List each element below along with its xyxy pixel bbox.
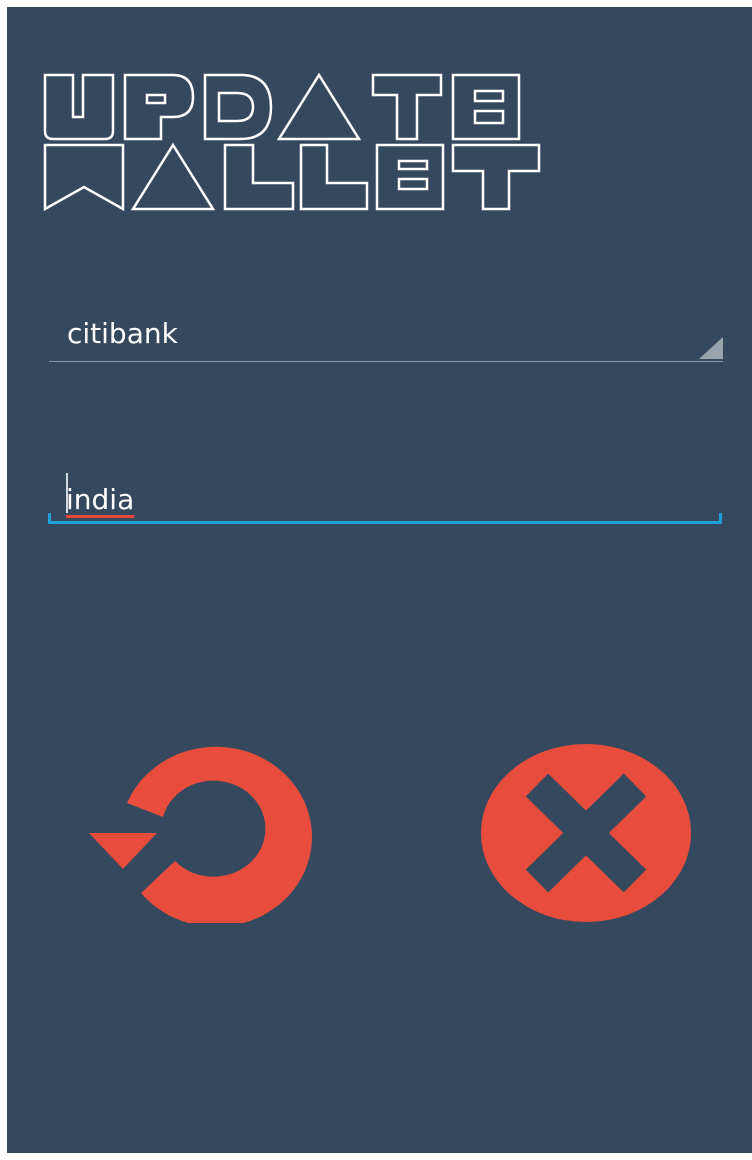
page-title-logo bbox=[43, 71, 543, 213]
country-input-value: india bbox=[66, 483, 135, 516]
bank-select-value: citibank bbox=[67, 317, 178, 350]
undo-icon bbox=[89, 746, 312, 923]
undo-button[interactable] bbox=[83, 743, 313, 923]
update-wallet-screen: citibank india bbox=[7, 7, 752, 1153]
dropdown-arrow-icon bbox=[699, 337, 723, 359]
close-icon bbox=[481, 744, 691, 922]
cancel-button[interactable] bbox=[479, 743, 693, 923]
country-input[interactable]: india bbox=[48, 467, 722, 524]
bank-select-dropdown[interactable]: citibank bbox=[49, 307, 723, 362]
